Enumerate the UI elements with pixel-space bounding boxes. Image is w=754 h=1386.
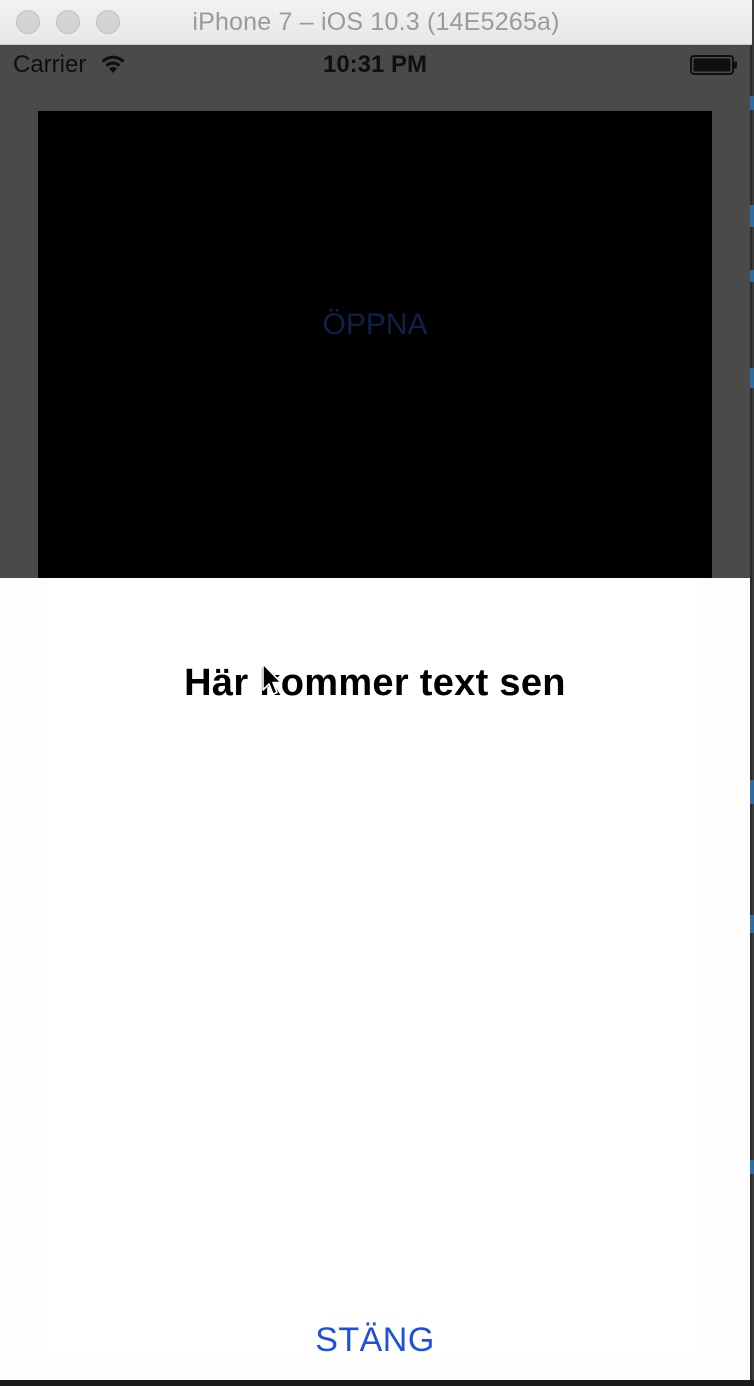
battery-icon: [690, 55, 737, 75]
open-button[interactable]: ÖPPNA: [38, 307, 712, 343]
edge-mark: [750, 270, 754, 282]
title-bar[interactable]: iPhone 7 – iOS 10.3 (14E5265a): [0, 0, 752, 45]
status-time: 10:31 PM: [322, 51, 428, 78]
bottom-sheet: Här kommer text sen STÄNG: [0, 578, 750, 1380]
close-sheet-button[interactable]: STÄNG: [48, 1320, 702, 1361]
edge-mark: [750, 96, 754, 110]
edge-mark: [750, 205, 754, 227]
edge-mark: [750, 780, 754, 804]
window-bottom-edge: [0, 1380, 754, 1386]
sheet-content: Här kommer text sen STÄNG: [48, 578, 702, 1361]
sheet-text: Här kommer text sen: [184, 662, 566, 704]
edge-mark: [750, 915, 754, 933]
window-title: iPhone 7 – iOS 10.3 (14E5265a): [192, 8, 560, 36]
main-content-view: ÖPPNA: [38, 111, 712, 611]
status-bar: Carrier 10:31 PM: [0, 45, 750, 85]
device-screen: Carrier 10:31 PM ÖPPNA Här kommer text s…: [0, 45, 750, 1380]
mouse-cursor-icon: [262, 663, 282, 695]
edge-mark: [750, 368, 754, 388]
simulator-window: iPhone 7 – iOS 10.3 (14E5265a) Carrier 1…: [0, 0, 754, 1380]
edge-mark: [750, 1160, 754, 1174]
